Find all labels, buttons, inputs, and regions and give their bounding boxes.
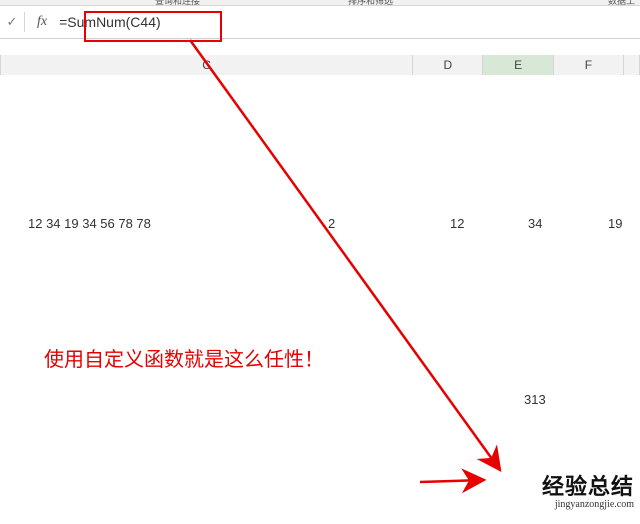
col-header-G[interactable] — [624, 55, 640, 75]
watermark: 经验总结 jingyanzongjie.com — [542, 469, 634, 510]
col-header-D[interactable]: D — [413, 55, 483, 75]
cell-E-summary[interactable]: 313 — [524, 391, 546, 409]
watermark-cn: 经验总结 — [542, 469, 634, 501]
col-header-C[interactable]: C — [1, 55, 413, 75]
column-header-row: C D E F — [0, 55, 640, 76]
col-header-F[interactable]: F — [554, 55, 624, 75]
formula-input[interactable]: =SumNum(C44) — [55, 12, 640, 32]
cell-E-row1[interactable]: 34 — [528, 215, 542, 233]
cell-C-row1[interactable]: 2 — [328, 215, 335, 233]
formula-bar: ✓ fx =SumNum(C44) — [0, 6, 640, 39]
cell-F-row1[interactable]: 19 — [608, 215, 622, 233]
fx-icon[interactable]: fx — [25, 14, 55, 30]
cell-text-row1-leading[interactable]: 12 34 19 34 56 78 78 — [28, 215, 151, 233]
col-header-E[interactable]: E — [483, 55, 553, 75]
annotation-text: 使用自定义函数就是这么任性！ — [44, 343, 324, 372]
worksheet-area[interactable]: 12 34 19 34 56 78 78 2 12 34 19 313 使用自定… — [0, 75, 640, 524]
formula-accept-icon[interactable]: ✓ — [0, 14, 24, 30]
cell-D-row1[interactable]: 12 — [450, 215, 464, 233]
watermark-en: jingyanzongjie.com — [542, 499, 634, 510]
